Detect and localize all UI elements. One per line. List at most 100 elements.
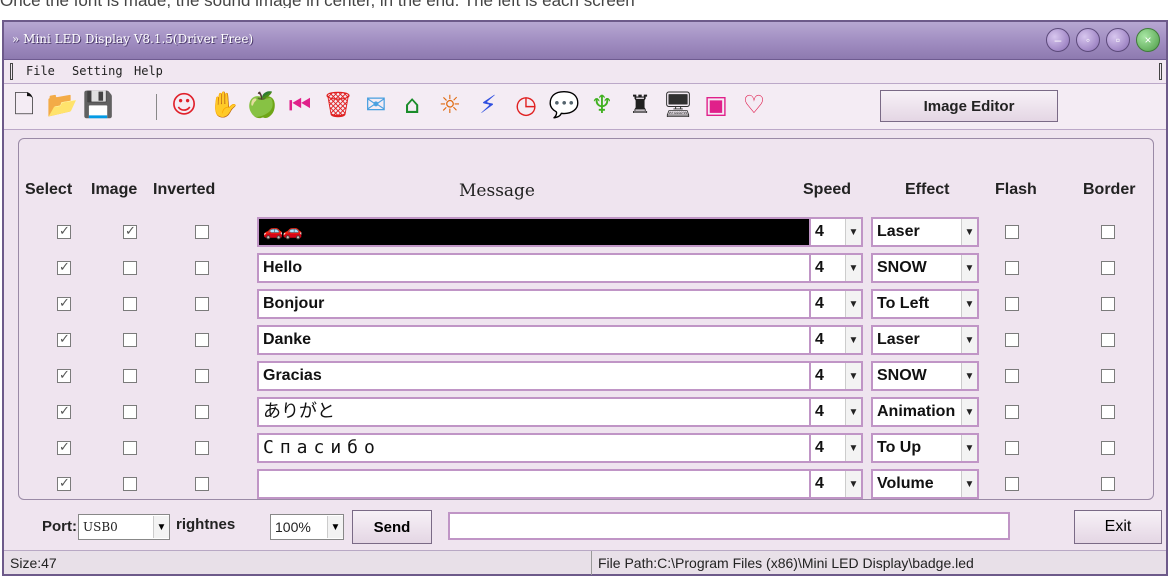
- border-checkbox[interactable]: [1101, 405, 1115, 419]
- message-input[interactable]: [257, 469, 814, 499]
- chevron-down-icon[interactable]: ▼: [153, 516, 169, 538]
- chevron-down-icon[interactable]: ▼: [961, 291, 977, 317]
- rewind-icon[interactable]: ⏮: [286, 90, 314, 120]
- open-folder-icon[interactable]: 📂: [46, 90, 77, 120]
- restore-button[interactable]: ◦: [1076, 28, 1100, 52]
- speed-select[interactable]: 4 ▼: [809, 253, 863, 283]
- effect-select[interactable]: Laser ▼: [871, 325, 979, 355]
- menu-help[interactable]: Help: [134, 64, 163, 78]
- inverted-checkbox[interactable]: [195, 333, 209, 347]
- select-checkbox[interactable]: [57, 403, 71, 419]
- flash-checkbox[interactable]: [1005, 441, 1019, 455]
- new-file-icon[interactable]: 🗋: [10, 90, 38, 120]
- image-checkbox[interactable]: [123, 261, 137, 275]
- inverted-checkbox[interactable]: [195, 441, 209, 455]
- inverted-checkbox[interactable]: [195, 369, 209, 383]
- effect-select[interactable]: Laser ▼: [871, 217, 979, 247]
- flash-checkbox[interactable]: [1005, 477, 1019, 491]
- trash-icon[interactable]: 🗑: [322, 90, 354, 120]
- image-editor-button[interactable]: Image Editor: [880, 90, 1058, 122]
- flash-checkbox[interactable]: [1005, 261, 1019, 275]
- image-checkbox[interactable]: [123, 441, 137, 455]
- message-input[interactable]: Gracias: [257, 361, 814, 391]
- flash-checkbox[interactable]: [1005, 369, 1019, 383]
- chevron-down-icon[interactable]: ▼: [845, 327, 861, 353]
- flash-checkbox[interactable]: [1005, 333, 1019, 347]
- effect-select[interactable]: SNOW ▼: [871, 361, 979, 391]
- maximize-button[interactable]: ▫: [1106, 28, 1130, 52]
- close-button[interactable]: ×: [1136, 28, 1160, 52]
- chevron-down-icon[interactable]: ▼: [845, 363, 861, 389]
- chevron-down-icon[interactable]: ▼: [961, 399, 977, 425]
- speed-select[interactable]: 4 ▼: [809, 325, 863, 355]
- chevron-down-icon[interactable]: ▼: [845, 435, 861, 461]
- chevron-down-icon[interactable]: ▼: [845, 255, 861, 281]
- effect-select[interactable]: Animation ▼: [871, 397, 979, 427]
- chevron-down-icon[interactable]: ▼: [961, 363, 977, 389]
- exit-button[interactable]: Exit: [1074, 510, 1162, 544]
- speed-select[interactable]: 4 ▼: [809, 289, 863, 319]
- flash-checkbox[interactable]: [1005, 225, 1019, 239]
- message-input[interactable]: Hello: [257, 253, 814, 283]
- speed-select[interactable]: 4 ▼: [809, 433, 863, 463]
- thumb-icon[interactable]: ✋: [208, 90, 239, 120]
- select-checkbox[interactable]: [57, 439, 71, 455]
- chevron-down-icon[interactable]: ▼: [845, 471, 861, 497]
- brightness-select[interactable]: 100% ▼: [270, 514, 344, 540]
- chat-icon[interactable]: 💬: [548, 90, 579, 120]
- save-icon[interactable]: 💾: [82, 90, 113, 120]
- select-checkbox[interactable]: [57, 367, 71, 383]
- flash-checkbox[interactable]: [1005, 405, 1019, 419]
- message-input[interactable]: Спасибо: [257, 433, 814, 463]
- image-checkbox[interactable]: [123, 333, 137, 347]
- inverted-checkbox[interactable]: [195, 297, 209, 311]
- port-select[interactable]: USB0 ▼: [78, 514, 170, 540]
- image-checkbox[interactable]: [123, 223, 137, 239]
- castle-icon[interactable]: ♜: [626, 90, 654, 120]
- border-checkbox[interactable]: [1101, 333, 1115, 347]
- message-input[interactable]: Bonjour: [257, 289, 814, 319]
- chevron-down-icon[interactable]: ▼: [961, 471, 977, 497]
- image-checkbox[interactable]: [123, 477, 137, 491]
- speed-select[interactable]: 4 ▼: [809, 217, 863, 247]
- border-checkbox[interactable]: [1101, 369, 1115, 383]
- message-input[interactable]: ありがと: [257, 397, 814, 427]
- border-checkbox[interactable]: [1101, 441, 1115, 455]
- menu-file[interactable]: File: [26, 64, 55, 78]
- image-checkbox[interactable]: [123, 369, 137, 383]
- chevron-down-icon[interactable]: ▼: [845, 291, 861, 317]
- lightning-icon[interactable]: ⚡: [474, 90, 502, 120]
- chevron-down-icon[interactable]: ▼: [845, 219, 861, 245]
- chevron-down-icon[interactable]: ▼: [845, 399, 861, 425]
- computer-icon[interactable]: 🖥: [662, 90, 694, 120]
- inverted-checkbox[interactable]: [195, 405, 209, 419]
- border-checkbox[interactable]: [1101, 477, 1115, 491]
- effect-select[interactable]: SNOW ▼: [871, 253, 979, 283]
- flash-checkbox[interactable]: [1005, 297, 1019, 311]
- speed-select[interactable]: 4 ▼: [809, 397, 863, 427]
- sun-icon[interactable]: ☼: [436, 90, 464, 120]
- effect-select[interactable]: To Up ▼: [871, 433, 979, 463]
- inverted-checkbox[interactable]: [195, 261, 209, 275]
- image-checkbox[interactable]: [123, 297, 137, 311]
- border-checkbox[interactable]: [1101, 261, 1115, 275]
- speed-select[interactable]: 4 ▼: [809, 469, 863, 499]
- title-bar[interactable]: » Mini LED Display V8.1.5(Driver Free) –…: [4, 22, 1166, 60]
- inverted-checkbox[interactable]: [195, 225, 209, 239]
- chevron-down-icon[interactable]: ▼: [961, 255, 977, 281]
- chevron-down-icon[interactable]: ▼: [961, 219, 977, 245]
- chevron-down-icon[interactable]: ▼: [327, 516, 343, 538]
- select-checkbox[interactable]: [57, 475, 71, 491]
- send-button[interactable]: Send: [352, 510, 432, 544]
- music-player-icon[interactable]: ▣: [702, 90, 730, 120]
- select-checkbox[interactable]: [57, 331, 71, 347]
- chevron-down-icon[interactable]: ▼: [961, 435, 977, 461]
- menu-setting[interactable]: Setting: [72, 64, 123, 78]
- home-icon[interactable]: ⌂: [398, 90, 426, 120]
- select-checkbox[interactable]: [57, 295, 71, 311]
- message-input[interactable]: Danke: [257, 325, 814, 355]
- border-checkbox[interactable]: [1101, 297, 1115, 311]
- clock-icon[interactable]: ◷: [512, 90, 540, 120]
- mail-icon[interactable]: ✉: [362, 90, 390, 120]
- inverted-checkbox[interactable]: [195, 477, 209, 491]
